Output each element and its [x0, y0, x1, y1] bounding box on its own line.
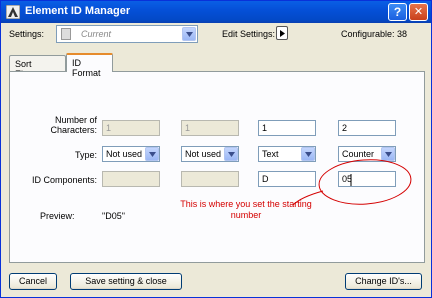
type-select-2-value: Not used: [185, 149, 222, 159]
tab-id-format[interactable]: ID Format: [66, 53, 113, 78]
chevron-down-icon[interactable]: [301, 147, 315, 161]
element-id-manager-window: Element ID Manager ? ✕ Settings: Current…: [0, 0, 432, 298]
type-select-4[interactable]: Counter: [338, 146, 396, 162]
chevron-down-icon[interactable]: [182, 27, 196, 41]
id-component-field-1: [102, 171, 160, 187]
type-select-2[interactable]: Not used: [181, 146, 239, 162]
settings-dropdown[interactable]: Current: [56, 25, 198, 43]
type-select-1[interactable]: Not used: [102, 146, 160, 162]
archicad-logo-icon: [6, 5, 20, 19]
num-chars-label-line2: Characters:: [50, 125, 97, 135]
preview-label: Preview:: [40, 211, 75, 221]
window-title: Element ID Manager: [25, 5, 131, 17]
settings-label: Settings:: [9, 29, 45, 39]
cancel-button[interactable]: Cancel: [9, 273, 57, 290]
save-setting-close-button[interactable]: Save setting & close: [70, 273, 182, 290]
preview-value: "D05": [102, 211, 125, 221]
chevron-down-icon[interactable]: [381, 147, 395, 161]
id-format-panel: [9, 71, 425, 263]
tab-id-format-label: ID Format: [72, 58, 101, 78]
id-component-field-3[interactable]: D: [258, 171, 316, 187]
type-select-4-value: Counter: [342, 149, 375, 159]
id-component-field-2: [181, 171, 239, 187]
tab-sort-elements[interactable]: Sort Elements: [9, 55, 66, 79]
type-select-1-value: Not used: [106, 149, 143, 159]
edit-settings-label: Edit Settings:: [222, 29, 276, 39]
title-bar[interactable]: Element ID Manager ? ✕: [1, 1, 431, 23]
annotation-text: This is where you set the starting numbe…: [180, 199, 312, 220]
id-component-field-4[interactable]: 05: [338, 171, 396, 187]
num-chars-field-2: 1: [181, 120, 239, 136]
edit-settings-button[interactable]: [276, 26, 288, 40]
num-chars-field-1: 1: [102, 120, 160, 136]
settings-doc-icon: [61, 28, 71, 40]
id-components-label: ID Components:: [31, 175, 97, 185]
type-select-3[interactable]: Text: [258, 146, 316, 162]
num-chars-field-3[interactable]: 1: [258, 120, 316, 136]
change-ids-button[interactable]: Change ID's...: [345, 273, 422, 290]
chevron-down-icon[interactable]: [224, 147, 238, 161]
play-arrow-icon: [280, 30, 285, 37]
type-select-3-value: Text: [262, 149, 279, 159]
type-label: Type:: [74, 150, 97, 160]
configurable-count: Configurable: 38: [341, 29, 408, 39]
chevron-down-icon[interactable]: [145, 147, 159, 161]
close-button[interactable]: ✕: [409, 3, 428, 21]
settings-value: Current: [81, 29, 112, 39]
help-button[interactable]: ?: [388, 3, 407, 21]
num-chars-field-4[interactable]: 2: [338, 120, 396, 136]
num-chars-label-line1: Number of: [54, 115, 97, 125]
